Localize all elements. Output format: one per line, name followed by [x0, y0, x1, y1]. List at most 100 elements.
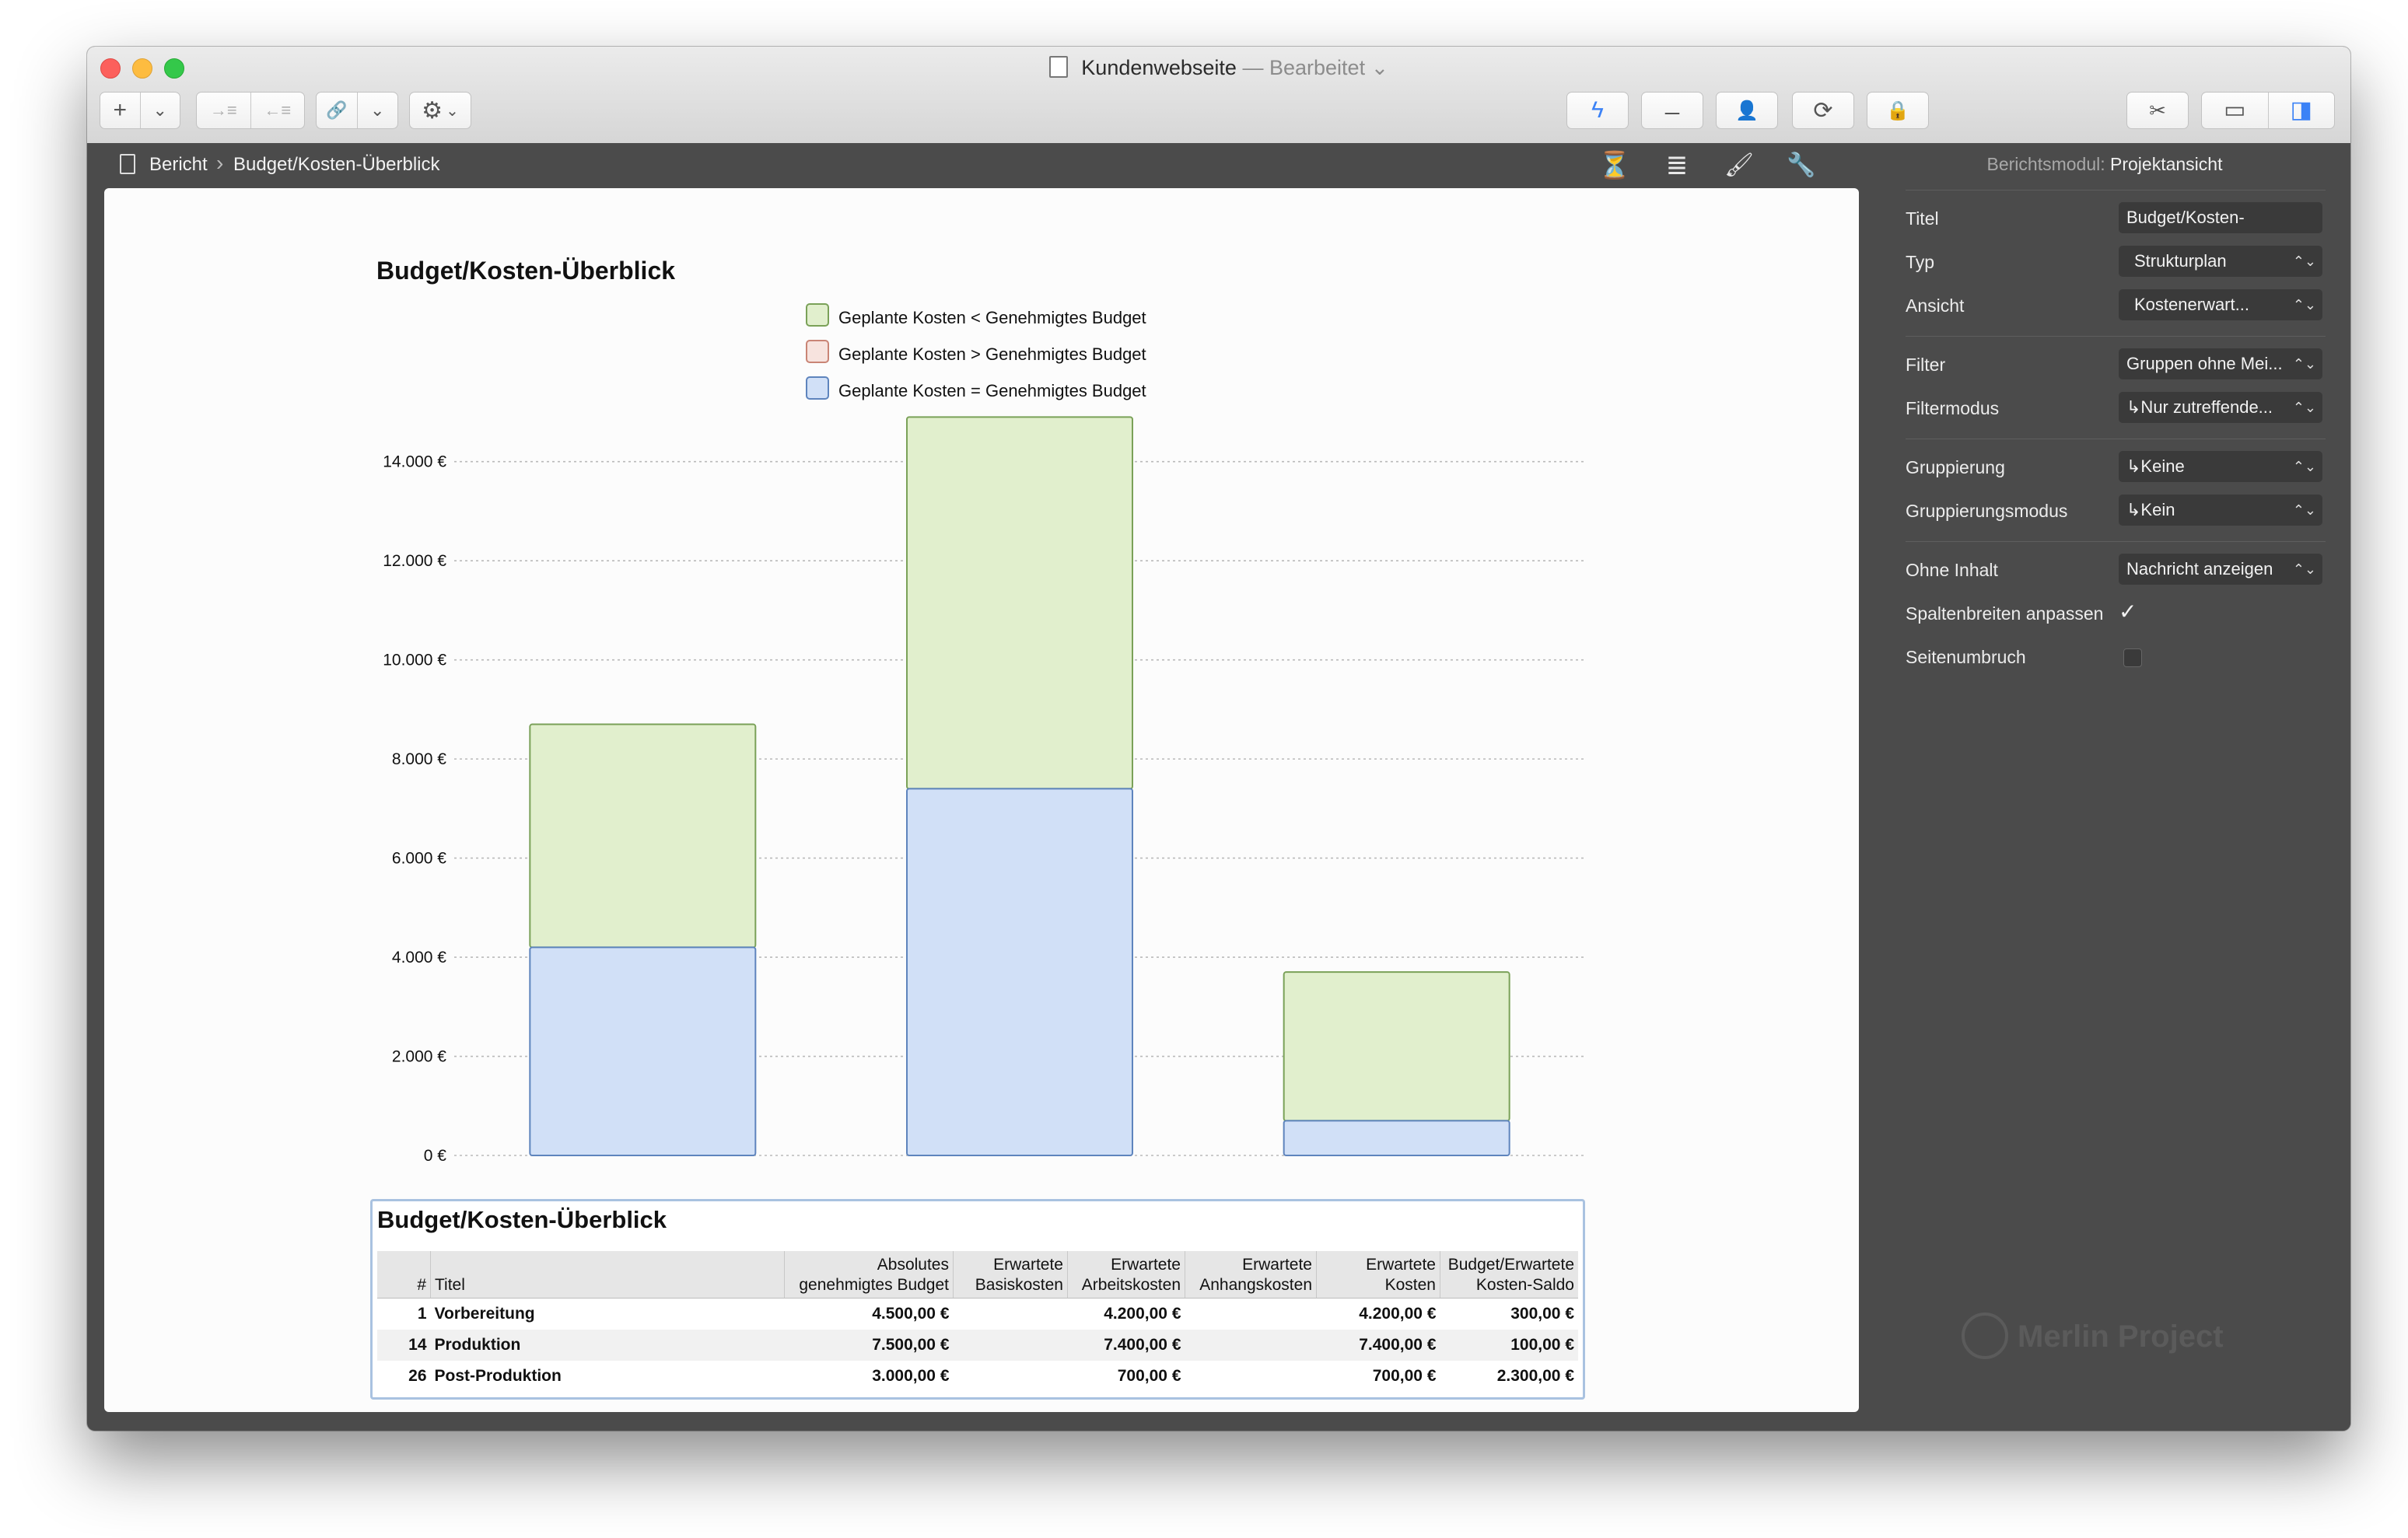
report-canvas: Budget/Kosten-Überblick Geplante Kosten … [104, 188, 1859, 1412]
field-label: Gruppierungsmodus [1906, 501, 2068, 521]
bottom-panel-icon[interactable]: ▭ [2202, 93, 2268, 128]
filter-select[interactable]: Gruppen ohne Mei... ⌃⌄ [2119, 348, 2322, 379]
brush-icon[interactable]: 🖌 [1722, 149, 1756, 182]
page-break-checkbox[interactable] [2123, 648, 2142, 667]
cell-basis [954, 1299, 1068, 1330]
wrench-icon[interactable]: 🔧 [1784, 149, 1818, 182]
link-icon[interactable]: 🔗 [317, 93, 357, 128]
action-menu-button[interactable]: ⚙ ⌄ [409, 92, 471, 129]
add-dropdown-chevron-icon[interactable]: ⌄ [141, 93, 180, 128]
cell-budget: 3.000,00 € [872, 1367, 950, 1385]
cell-balance: 100,00 € [1440, 1330, 1578, 1361]
report-table-card[interactable]: Budget/Kosten-Überblick # Titel Absolute… [370, 1199, 1585, 1400]
cell-balance: 2.300,00 € [1496, 1367, 1574, 1385]
field-label: Filter [1906, 355, 1946, 375]
cell-budget: 7.500,00 € [784, 1330, 954, 1361]
add-button-group: + ⌄ [100, 92, 180, 129]
report-document-icon [120, 154, 135, 174]
tools-button[interactable]: ✂ [2126, 92, 2189, 129]
y-tick-label: 12.000 € [383, 552, 446, 570]
cell-basis [954, 1361, 1068, 1392]
y-tick-label: 0 € [424, 1147, 447, 1165]
table-title: Budget/Kosten-Überblick [377, 1206, 667, 1233]
field-fit-columns: Spaltenbreiten anpassen ✓ [1906, 597, 2341, 630]
empty-content-select[interactable]: Nachricht anzeigen ⌃⌄ [2119, 554, 2322, 585]
column-header-labor-costs[interactable]: Erwartete Arbeitskosten [1067, 1251, 1185, 1299]
grouping-select[interactable]: ↳Keine ⌃⌄ [2119, 451, 2322, 482]
window-title[interactable]: Kundenwebseite — Bearbeitet ⌄ [87, 56, 2350, 80]
filter-mode-select[interactable]: ↳Nur zutreffende... ⌃⌄ [2119, 392, 2322, 423]
inspector-header-prefix: Berichtsmodul: [1986, 154, 2105, 174]
refresh-button[interactable]: ⟳ [1792, 92, 1854, 129]
column-header-budget[interactable]: Absolutes genehmigtes Budget [784, 1251, 954, 1299]
align-icon[interactable]: ≣ [1660, 149, 1694, 182]
field-label: Filtermodus [1906, 398, 2000, 418]
bar-segment-equal-budget [1283, 1120, 1510, 1157]
cell-number: 26 [408, 1367, 427, 1385]
document-icon [1048, 56, 1068, 78]
side-panel-icon[interactable]: ◨ [2269, 93, 2335, 128]
field-label: Ansicht [1906, 295, 1965, 316]
column-header-title[interactable]: Titel [430, 1251, 785, 1299]
edited-status: Bearbeitet [1269, 56, 1366, 79]
tools-icon: ✂ [2149, 98, 2166, 122]
grouping-mode-select[interactable]: ↳Kein ⌃⌄ [2119, 495, 2322, 526]
inspector-header: Berichtsmodul: Projektansicht [1859, 154, 2350, 175]
bar-segment-under-budget [1283, 971, 1510, 1122]
resources-button[interactable]: 👤 [1716, 92, 1778, 129]
column-header-number[interactable]: # [377, 1251, 431, 1299]
cell-title: Vorbereitung [434, 1305, 535, 1323]
library-button[interactable]: 𝍠 [1641, 92, 1703, 129]
fit-columns-checkbox[interactable]: ✓ [2119, 599, 2137, 624]
library-icon: 𝍠 [1664, 96, 1681, 119]
bar-segment-equal-budget [906, 788, 1133, 1157]
cell-number: 1 [417, 1305, 427, 1323]
edited-separator: — [1242, 56, 1264, 79]
indent-icon[interactable]: →≡ [197, 93, 250, 128]
breadcrumb-item-report[interactable]: Bericht [149, 154, 208, 176]
breadcrumb-item-current[interactable]: Budget/Kosten-Überblick [233, 154, 439, 176]
column-header-basis-costs[interactable]: Erwartete Basiskosten [953, 1251, 1068, 1299]
field-empty-content: Ohne Inhalt Nachricht anzeigen ⌃⌄ [1906, 554, 2341, 586]
type-select[interactable]: Strukturplan ⌃⌄ [2119, 246, 2322, 277]
table-row[interactable]: 14 Produktion 7.500,00 € 7.400,00 € 7.40… [377, 1330, 1578, 1361]
field-label: Spaltenbreiten anpassen [1906, 603, 2104, 624]
lock-icon: 🔒 [1886, 100, 1909, 121]
view-select[interactable]: Kostenerwart... ⌃⌄ [2119, 289, 2322, 320]
field-filter-mode: Filtermodus ↳Nur zutreffende... ⌃⌄ [1906, 392, 2341, 425]
link-dropdown-chevron-icon[interactable]: ⌄ [358, 93, 398, 128]
outdent-icon[interactable]: ←≡ [251, 93, 305, 128]
select-arrows-icon: ⌃⌄ [2292, 253, 2316, 269]
cell-costs: 700,00 € [1372, 1367, 1437, 1385]
filter-icon[interactable]: ⏳ [1598, 149, 1632, 182]
column-header-costs[interactable]: Erwartete Kosten [1316, 1251, 1440, 1299]
field-grouping: Gruppierung ↳Keine ⌃⌄ [1906, 451, 2341, 484]
select-arrows-icon: ⌃⌄ [2292, 561, 2316, 577]
merlin-project-logo: Merlin Project [1962, 1313, 2224, 1359]
title-bar: Kundenwebseite — Bearbeitet ⌄ + ⌄ →≡ ←≡ … [87, 47, 2350, 144]
column-header-attachment-costs[interactable]: Erwartete Anhangskosten [1185, 1251, 1317, 1299]
table-row[interactable]: 26 Post-Produktion 3.000,00 € 700,00 € 7… [377, 1361, 1578, 1392]
inspector-header-value: Projektansicht [2110, 154, 2223, 174]
cell-labor: 4.200,00 € [1104, 1305, 1181, 1323]
field-filter: Filter Gruppen ohne Mei... ⌃⌄ [1906, 348, 2341, 381]
select-arrows-icon: ⌃⌄ [2292, 356, 2316, 372]
view-select-value: Kostenerwart... [2134, 295, 2249, 314]
cell-number: 14 [377, 1330, 431, 1361]
field-grouping-mode: Gruppierungsmodus ↳Kein ⌃⌄ [1906, 495, 2341, 527]
indent-button-group: →≡ ←≡ [196, 92, 305, 129]
cell-title: Post-Produktion [434, 1367, 562, 1385]
field-label: Gruppierung [1906, 457, 2005, 477]
panel-toggle-group: ▭ ◨ [2201, 92, 2335, 129]
add-button[interactable]: + [100, 93, 140, 128]
table-row[interactable]: 1 Vorbereitung 4.500,00 € 4.200,00 € 4.2… [377, 1299, 1578, 1330]
y-tick-label: 6.000 € [392, 850, 446, 868]
y-tick-label: 8.000 € [392, 750, 446, 768]
field-label: Ohne Inhalt [1906, 560, 1998, 580]
field-label: Seitenumbruch [1906, 647, 2026, 667]
title-input[interactable]: Budget/Kosten- [2119, 202, 2322, 233]
quick-action-button[interactable]: ϟ [1566, 92, 1629, 129]
document-name: Kundenwebseite [1081, 56, 1237, 79]
lock-button[interactable]: 🔒 [1867, 92, 1929, 129]
column-header-balance[interactable]: Budget/Erwartete Kosten-Saldo [1440, 1251, 1578, 1299]
